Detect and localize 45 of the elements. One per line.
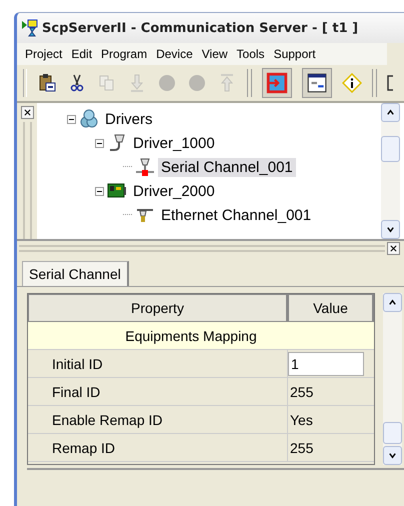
property-value[interactable]: 255 — [288, 378, 374, 405]
property-value[interactable]: 255 — [288, 434, 374, 461]
connector-icon — [107, 133, 127, 153]
collapse-toggle[interactable] — [67, 114, 76, 124]
paste-icon[interactable] — [37, 73, 57, 93]
scroll-thumb[interactable] — [383, 422, 402, 444]
toolbar-icon[interactable] — [387, 73, 393, 93]
column-header[interactable]: Property — [28, 294, 288, 322]
tree-item[interactable]: Driver_1000 — [130, 134, 218, 152]
exit-icon[interactable] — [262, 68, 292, 98]
menu-item[interactable]: Support — [274, 47, 316, 61]
tree-item[interactable]: Serial Channel_001 — [158, 158, 296, 176]
menu-item[interactable]: Device — [156, 47, 193, 61]
tree-item[interactable]: Drivers — [102, 110, 156, 128]
menu-item[interactable]: Program — [101, 47, 148, 61]
menu-item[interactable]: Tools — [236, 47, 265, 61]
info-icon[interactable] — [342, 73, 362, 93]
scrollbar[interactable] — [381, 103, 400, 239]
collapse-toggle[interactable] — [95, 138, 104, 148]
gripper[interactable] — [22, 122, 32, 239]
menu-item[interactable]: View — [202, 47, 228, 61]
scroll-thumb[interactable] — [381, 136, 400, 162]
property-name: Remap ID — [28, 434, 288, 461]
menu-item[interactable]: Edit — [71, 47, 92, 61]
app-icon — [21, 19, 39, 37]
property-name: Final ID — [28, 378, 288, 405]
section-header: Equipments Mapping — [28, 322, 374, 350]
window-title: ScpServerII - Communication Server - [ t1 ] — [42, 20, 358, 36]
tab[interactable]: Serial Channel — [22, 261, 129, 286]
property-value[interactable]: Yes — [288, 406, 374, 433]
collapse-toggle[interactable] — [95, 186, 104, 196]
close-icon — [390, 244, 397, 252]
tree-item[interactable]: Driver_2000 — [130, 182, 218, 200]
property-name: Enable Remap ID — [28, 406, 288, 433]
column-header[interactable]: Value — [288, 294, 374, 322]
gripper[interactable] — [19, 244, 385, 252]
connector-icon — [135, 157, 155, 177]
close-icon — [24, 109, 30, 116]
scrollbar[interactable] — [383, 293, 402, 465]
value-field[interactable]: 1 — [288, 352, 364, 376]
close-button[interactable] — [20, 106, 34, 119]
window-icon[interactable] — [302, 68, 332, 98]
close-button[interactable] — [387, 242, 400, 254]
tree-item[interactable]: Ethernet Channel_001 — [158, 206, 314, 224]
menu-item[interactable]: Project — [25, 47, 62, 61]
